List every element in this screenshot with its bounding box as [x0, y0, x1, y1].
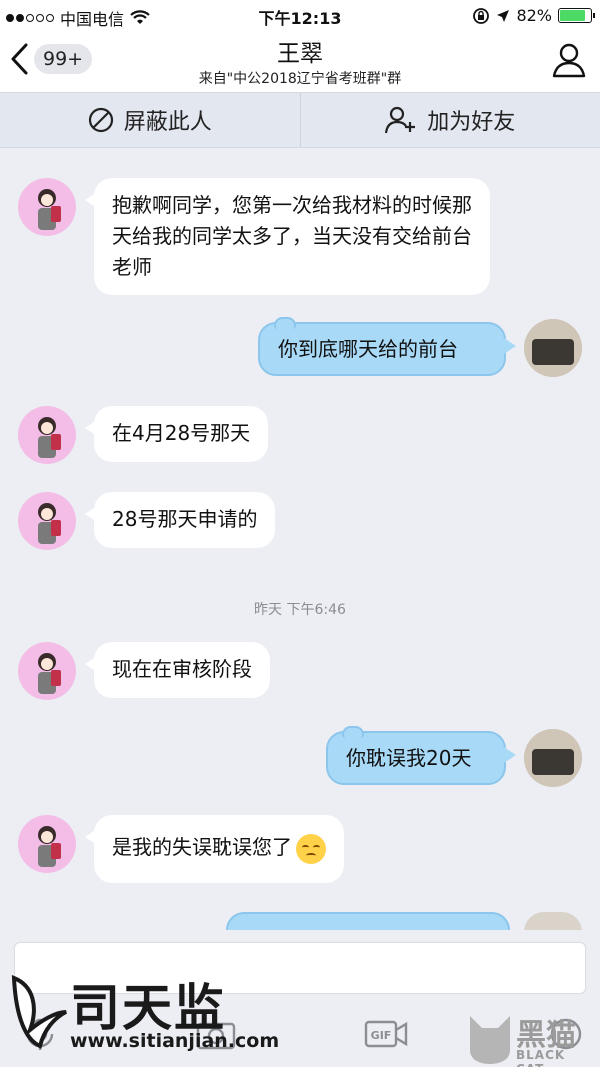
- sender-avatar[interactable]: [18, 406, 76, 464]
- gif-button[interactable]: GIF: [364, 1016, 408, 1056]
- chat-header: 99+ 王翠 来自"中公2018辽宁省考班群"群: [0, 30, 600, 92]
- message-bubble-incoming[interactable]: 抱歉啊同学，您第一次给我材料的时候那天给我的同学太多了，当天没有交给前台老师: [85, 178, 490, 295]
- my-avatar-partial[interactable]: [524, 912, 582, 932]
- add-person-icon: [385, 106, 416, 134]
- block-user-button[interactable]: 屏蔽此人: [0, 93, 300, 147]
- watermark-black-cat: 黑猫 BLACK CAT: [466, 1010, 596, 1067]
- gif-icon: GIF: [364, 1020, 408, 1048]
- rotation-lock-icon: [473, 7, 490, 24]
- battery-percent: 82%: [516, 6, 552, 25]
- page-title: 王翠: [277, 41, 323, 67]
- message-timestamp: 昨天 下午6:46: [254, 602, 346, 618]
- sitianjian-logo-icon: [11, 974, 67, 1049]
- girl-avatar-icon: [38, 189, 61, 230]
- bubble-ear-decoration: [274, 317, 296, 329]
- group-source-subtitle: 来自"中公2018辽宁省考班群"群: [198, 71, 402, 87]
- sender-avatar[interactable]: [18, 642, 76, 700]
- message-bubble-incoming[interactable]: 在4月28号那天: [84, 406, 269, 462]
- add-friend-label: 加为好友: [427, 110, 516, 135]
- location-arrow-icon: [497, 9, 510, 22]
- pillow-photo-icon: [524, 729, 582, 787]
- bubble-ear-decoration: [342, 726, 364, 738]
- watermark-sitianjian: 司天监 www.sitianjian.com: [8, 968, 279, 1058]
- watermark-black-cat-en-text: BLACK CAT: [516, 1048, 566, 1067]
- message-text: 是我的失误耽误您了: [112, 835, 292, 859]
- battery-icon: [558, 8, 595, 23]
- girl-avatar-icon: [38, 503, 61, 544]
- gif-label: GIF: [371, 1029, 392, 1042]
- disappointed-face-icon: [296, 833, 326, 864]
- girl-avatar-icon: [38, 653, 61, 694]
- message-bubble-outgoing[interactable]: 你耽误我20天: [326, 726, 516, 785]
- sender-avatar[interactable]: [18, 178, 76, 236]
- status-bar: 中国电信 下午12:13 82%: [0, 0, 600, 30]
- message-bubble-incoming[interactable]: 28号那天申请的: [84, 492, 276, 548]
- my-avatar[interactable]: [524, 319, 582, 377]
- person-icon: [552, 43, 586, 78]
- message-text: 你耽误我20天: [346, 746, 472, 770]
- block-icon: [88, 107, 113, 133]
- add-friend-button[interactable]: 加为好友: [299, 93, 600, 147]
- profile-button[interactable]: [552, 42, 586, 82]
- message-bubble-incoming[interactable]: 是我的失误耽误您了: [85, 815, 344, 883]
- watermark-url-text: www.sitianjian.com: [70, 1030, 280, 1052]
- girl-avatar-icon: [38, 826, 61, 867]
- stranger-action-bar: 屏蔽此人 加为好友: [0, 92, 600, 148]
- message-bubble-incoming[interactable]: 现在在审核阶段: [85, 642, 270, 698]
- girl-avatar-icon: [38, 417, 61, 458]
- black-cat-logo-icon: [470, 1016, 510, 1064]
- my-avatar[interactable]: [524, 729, 582, 787]
- sender-avatar[interactable]: [18, 492, 76, 550]
- sender-avatar[interactable]: [18, 815, 76, 873]
- status-right-group: 82%: [472, 6, 595, 25]
- block-user-label: 屏蔽此人: [123, 110, 212, 135]
- message-bubble-outgoing[interactable]: 你到底哪天给的前台: [258, 317, 516, 376]
- message-text: 你到底哪天给的前台: [278, 337, 458, 361]
- pillow-photo-icon: [524, 319, 582, 377]
